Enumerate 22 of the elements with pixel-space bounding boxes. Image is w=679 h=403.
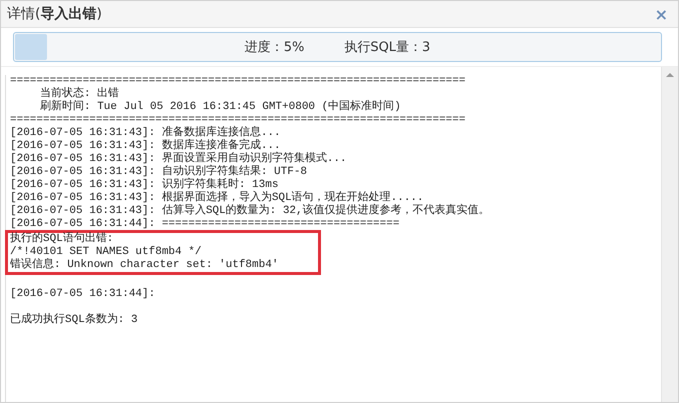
log-line: /*!40101 SET NAMES utf8mb4 */ bbox=[10, 246, 202, 258]
log-line: [2016-07-05 16:31:44]: ==================================== bbox=[10, 218, 400, 231]
log-line: 刷新时间: Tue Jul 05 2016 16:31:45 GMT+0800 (中国标准时间) bbox=[39, 101, 402, 114]
log-line: [2016-07-05 16:31:44]: bbox=[10, 288, 156, 301]
close-button[interactable]: × bbox=[652, 4, 670, 24]
log-line: 执行的SQL语句出错: bbox=[10, 233, 114, 246]
log-line: [2016-07-05 16:31:43]: 准备数据库连接信息... bbox=[10, 127, 282, 139]
log-line: [2016-07-05 16:31:43]: 根据界面选择，导入为SQL语句，现在开始处理..... bbox=[10, 192, 425, 204]
log-line: [2016-07-05 16:31:43]: 估算导入SQL的数量为: 32,该值仅提供进度参考，不代表真实值。 bbox=[10, 205, 491, 218]
log-line: [2016-07-05 16:31:43]: 自动识别字符集结果: UTF-8 bbox=[10, 166, 308, 178]
log-line: ===================================================================== bbox=[10, 114, 466, 126]
progress-percent: 进度：5% bbox=[244, 39, 304, 56]
dialog-title: 详情(导入出错) bbox=[7, 5, 102, 23]
log-line: 已成功执行SQL条数为: 3 bbox=[10, 314, 139, 327]
log-line: [2016-07-05 16:31:43]: 数据库连接准备完成... bbox=[10, 140, 281, 152]
log-line: [2016-07-05 16:31:43]: 界面设置采用自动识别字符集模式... bbox=[10, 153, 348, 165]
log-line: [2016-07-05 16:31:43]: 识别字符集耗时: 13ms bbox=[10, 179, 280, 191]
log-line: ===================================================================== bbox=[10, 75, 466, 87]
scrollbar[interactable] bbox=[661, 67, 678, 402]
log-line: 当前状态: 出错 bbox=[39, 88, 120, 100]
sql-count: 执行SQL量：3 bbox=[344, 39, 430, 56]
log-line: 错误信息: Unknown character set: 'utf8mb4' bbox=[10, 259, 278, 272]
